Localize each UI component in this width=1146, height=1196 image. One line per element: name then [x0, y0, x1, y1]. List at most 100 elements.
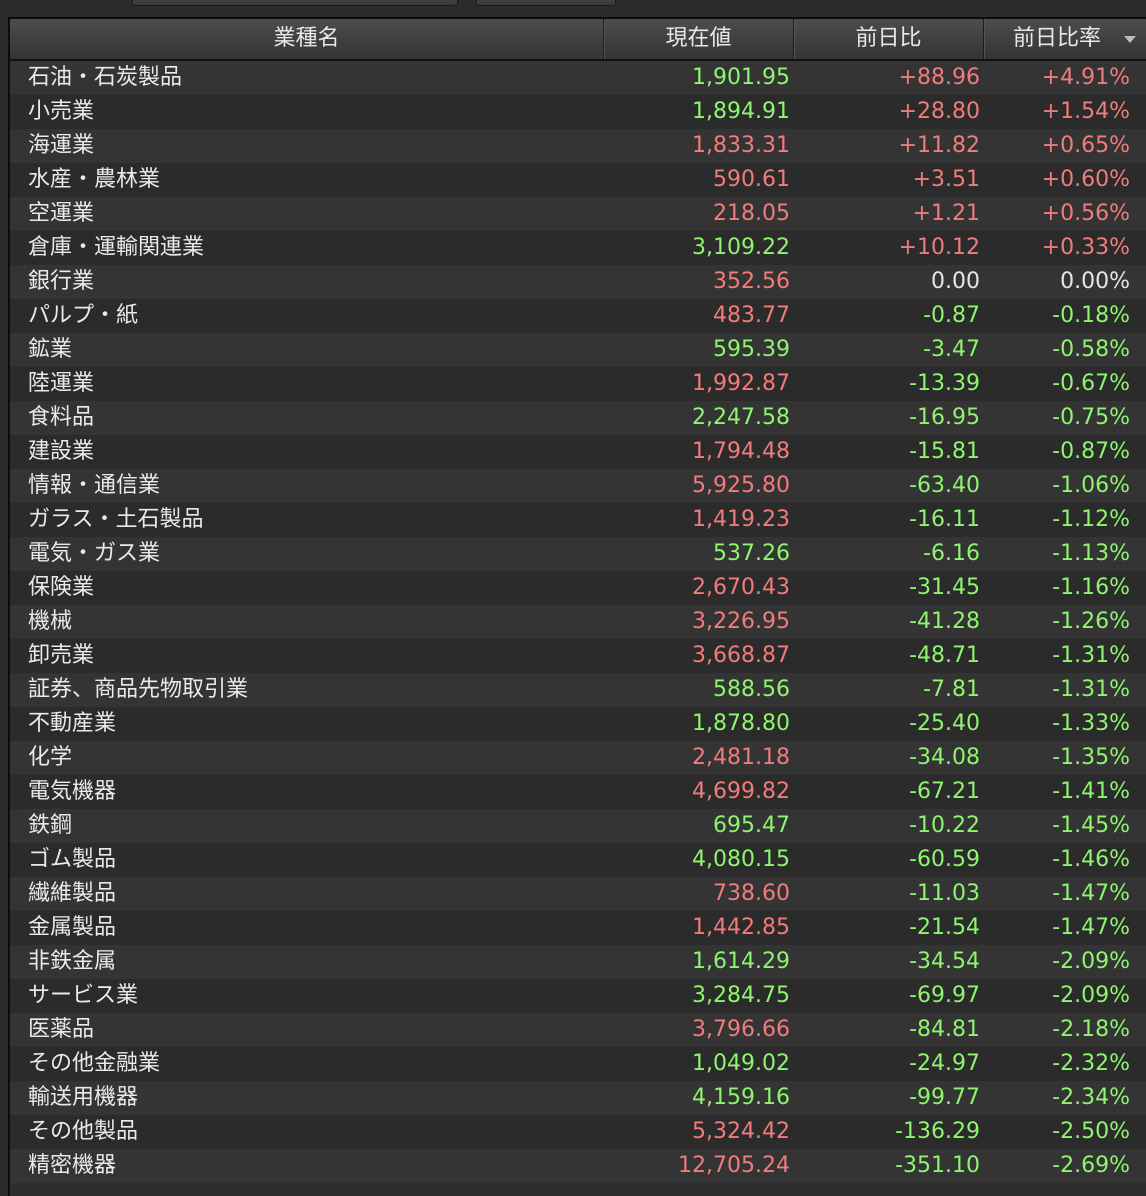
- sector-name: サービス業: [28, 983, 139, 1008]
- table-row[interactable]: 電気・ガス業 537.26 -6.16 -1.13%: [10, 537, 1146, 571]
- current-price: 4,699.82: [692, 779, 790, 804]
- sector-name: 食料品: [28, 405, 95, 430]
- table-row[interactable]: その他金融業 1,049.02 -24.97 -2.32%: [10, 1047, 1146, 1081]
- current-price: 1,794.48: [692, 439, 790, 464]
- table-row[interactable]: 精密機器 12,705.24 -351.10 -2.69%: [10, 1149, 1146, 1183]
- price-change-pct: -1.13%: [1052, 541, 1130, 566]
- current-price: 1,894.91: [692, 99, 790, 124]
- price-change-pct: -2.50%: [1052, 1119, 1130, 1144]
- price-change-pct: -1.47%: [1052, 915, 1130, 940]
- table-row[interactable]: 建設業 1,794.48 -15.81 -0.87%: [10, 435, 1146, 469]
- price-change: +3.51: [912, 167, 980, 192]
- current-price: 2,670.43: [692, 575, 790, 600]
- table-row[interactable]: 海運業 1,833.31 +11.82 +0.65%: [10, 129, 1146, 163]
- sector-name: 電気・ガス業: [28, 541, 161, 566]
- table-row[interactable]: 金属製品 1,442.85 -21.54 -1.47%: [10, 911, 1146, 945]
- table-row[interactable]: 食料品 2,247.58 -16.95 -0.75%: [10, 401, 1146, 435]
- table-row[interactable]: 石油・石炭製品 1,901.95 +88.96 +4.91%: [10, 61, 1146, 95]
- price-change: -16.11: [909, 507, 980, 532]
- current-price: 218.05: [713, 201, 790, 226]
- sector-name: 機械: [28, 609, 73, 634]
- table-row[interactable]: 証券、商品先物取引業 588.56 -7.81 -1.31%: [10, 673, 1146, 707]
- sector-name: 医薬品: [28, 1017, 95, 1042]
- price-change-pct: -1.35%: [1052, 745, 1130, 770]
- price-change-pct: -2.32%: [1052, 1051, 1130, 1076]
- price-change-pct: +0.60%: [1041, 167, 1130, 192]
- price-change: -13.39: [909, 371, 980, 396]
- table-row[interactable]: 電気機器 4,699.82 -67.21 -1.41%: [10, 775, 1146, 809]
- table-row[interactable]: パルプ・紙 483.77 -0.87 -0.18%: [10, 299, 1146, 333]
- price-change: -60.59: [909, 847, 980, 872]
- sector-name: ゴム製品: [28, 847, 117, 872]
- table-row[interactable]: サービス業 3,284.75 -69.97 -2.09%: [10, 979, 1146, 1013]
- table-row[interactable]: 非鉄金属 1,614.29 -34.54 -2.09%: [10, 945, 1146, 979]
- table-row[interactable]: ゴム製品 4,080.15 -60.59 -1.46%: [10, 843, 1146, 877]
- table-row[interactable]: 医薬品 3,796.66 -84.81 -2.18%: [10, 1013, 1146, 1047]
- table-row[interactable]: 情報・通信業 5,925.80 -63.40 -1.06%: [10, 469, 1146, 503]
- table-row[interactable]: 繊維製品 738.60 -11.03 -1.47%: [10, 877, 1146, 911]
- column-header-sector-name[interactable]: 業種名: [10, 19, 604, 59]
- price-change-pct: +1.54%: [1041, 99, 1130, 124]
- table-row[interactable]: 機械 3,226.95 -41.28 -1.26%: [10, 605, 1146, 639]
- sector-name: その他金融業: [28, 1051, 161, 1076]
- current-price: 4,080.15: [692, 847, 790, 872]
- price-change: -10.22: [909, 813, 980, 838]
- current-price: 1,049.02: [692, 1051, 790, 1076]
- price-change: -31.45: [909, 575, 980, 600]
- sector-name: 小売業: [28, 99, 95, 124]
- table-row[interactable]: 卸売業 3,668.87 -48.71 -1.31%: [10, 639, 1146, 673]
- table-row[interactable]: 小売業 1,894.91 +28.80 +1.54%: [10, 95, 1146, 129]
- sector-name: 倉庫・運輸関連業: [28, 235, 205, 260]
- sector-name: 電気機器: [28, 779, 117, 804]
- sector-name: 海運業: [28, 133, 95, 158]
- price-change: -25.40: [909, 711, 980, 736]
- price-change-pct: +0.33%: [1041, 235, 1130, 260]
- price-change: -3.47: [923, 337, 980, 362]
- column-header-change[interactable]: 前日比: [794, 19, 984, 59]
- sector-name: 情報・通信業: [28, 473, 161, 498]
- table-row[interactable]: 倉庫・運輸関連業 3,109.22 +10.12 +0.33%: [10, 231, 1146, 265]
- table-row[interactable]: ガラス・土石製品 1,419.23 -16.11 -1.12%: [10, 503, 1146, 537]
- table-row[interactable]: 空運業 218.05 +1.21 +0.56%: [10, 197, 1146, 231]
- current-price: 12,705.24: [678, 1153, 790, 1178]
- table-row[interactable]: 化学 2,481.18 -34.08 -1.35%: [10, 741, 1146, 775]
- sector-name: 石油・石炭製品: [28, 65, 183, 90]
- table-row[interactable]: その他製品 5,324.42 -136.29 -2.50%: [10, 1115, 1146, 1149]
- current-price: 352.56: [713, 269, 790, 294]
- price-change: -11.03: [909, 881, 980, 906]
- current-price: 595.39: [713, 337, 790, 362]
- current-price: 590.61: [713, 167, 790, 192]
- current-price: 588.56: [713, 677, 790, 702]
- price-change-pct: -2.34%: [1052, 1085, 1130, 1110]
- price-change-pct: +0.56%: [1041, 201, 1130, 226]
- current-price: 537.26: [713, 541, 790, 566]
- sector-name: 金属製品: [28, 915, 117, 940]
- price-change: -15.81: [909, 439, 980, 464]
- table-row[interactable]: 鉱業 595.39 -3.47 -0.58%: [10, 333, 1146, 367]
- toolbar-button[interactable]: [476, 0, 616, 6]
- sector-name: 陸運業: [28, 371, 95, 396]
- column-header-change-pct[interactable]: 前日比率: [984, 19, 1146, 59]
- price-change-pct: -2.09%: [1052, 983, 1130, 1008]
- sector-table: 業種名 現在値 前日比 前日比率 石油・石炭製品 1,901.95 +88.96 +4…: [8, 17, 1146, 1196]
- toolbar-dropdown[interactable]: [132, 0, 458, 6]
- table-row[interactable]: 不動産業 1,878.80 -25.40 -1.33%: [10, 707, 1146, 741]
- sector-name: 精密機器: [28, 1153, 117, 1178]
- price-change-pct: -1.47%: [1052, 881, 1130, 906]
- price-change-pct: -2.69%: [1052, 1153, 1130, 1178]
- price-change: -48.71: [909, 643, 980, 668]
- column-header-current-price[interactable]: 現在値: [604, 19, 794, 59]
- table-row[interactable]: 陸運業 1,992.87 -13.39 -0.67%: [10, 367, 1146, 401]
- table-row[interactable]: 輸送用機器 4,159.16 -99.77 -2.34%: [10, 1081, 1146, 1115]
- table-row[interactable]: 保険業 2,670.43 -31.45 -1.16%: [10, 571, 1146, 605]
- price-change: -67.21: [909, 779, 980, 804]
- sector-name: 輸送用機器: [28, 1085, 139, 1110]
- price-change: -99.77: [909, 1085, 980, 1110]
- price-change: -41.28: [909, 609, 980, 634]
- price-change: +11.82: [898, 133, 980, 158]
- price-change: -63.40: [909, 473, 980, 498]
- table-row[interactable]: 銀行業 352.56 0.00 0.00%: [10, 265, 1146, 299]
- price-change: -16.95: [909, 405, 980, 430]
- table-row[interactable]: 水産・農林業 590.61 +3.51 +0.60%: [10, 163, 1146, 197]
- table-row[interactable]: 鉄鋼 695.47 -10.22 -1.45%: [10, 809, 1146, 843]
